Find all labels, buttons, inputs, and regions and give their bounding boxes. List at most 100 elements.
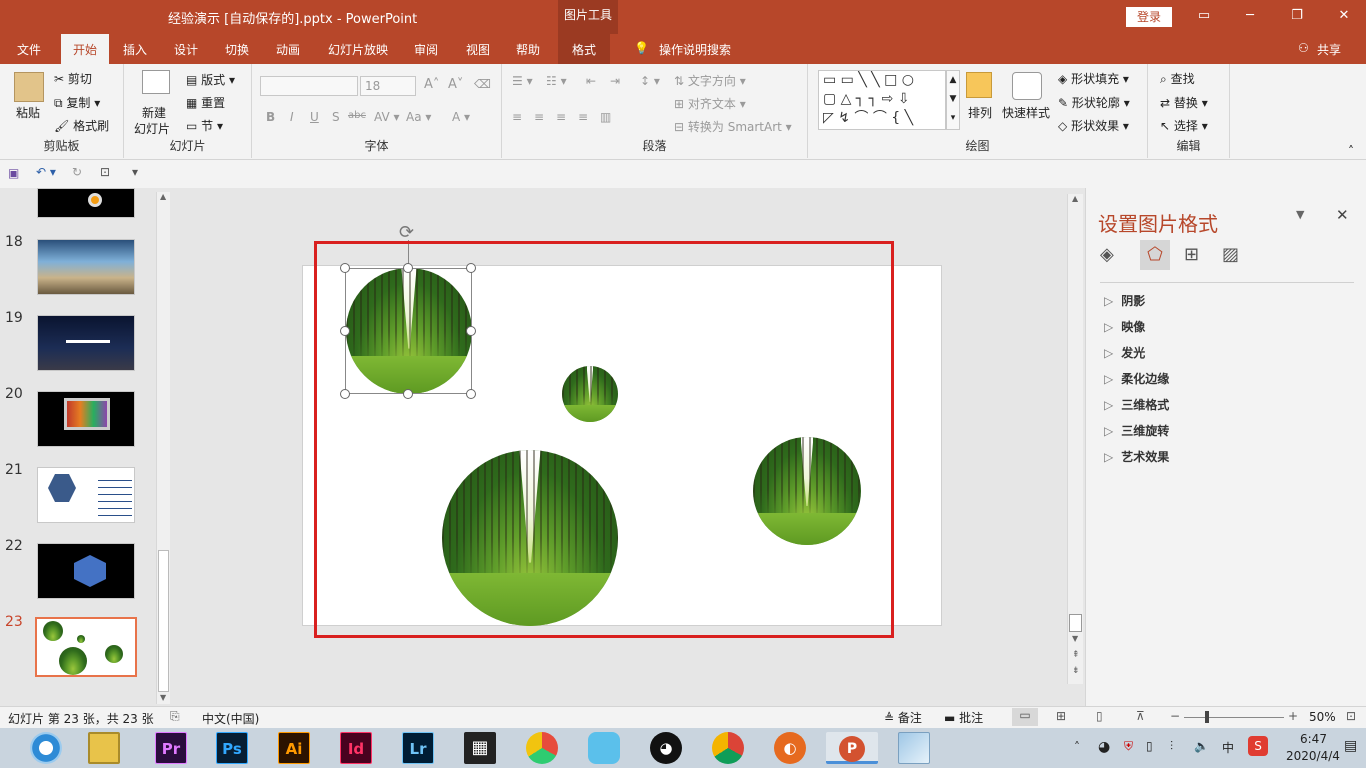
artistic-effects-section[interactable]: ▷ 艺术效果 — [1104, 448, 1169, 465]
cut-button[interactable]: ✂ 剪切 — [54, 70, 92, 87]
tab-transitions[interactable]: 切换 — [225, 41, 249, 58]
slide-thumbnail-18[interactable] — [37, 239, 135, 295]
start-button-icon[interactable] — [30, 732, 62, 764]
text-direction-button[interactable]: ⇅ 文字方向 ▾ — [674, 72, 746, 89]
share-icon[interactable]: ⚇ — [1298, 41, 1309, 55]
premiere-icon[interactable]: Pr — [155, 732, 187, 764]
new-slide-line2[interactable]: 幻灯片 — [134, 120, 170, 137]
tell-me-search[interactable]: 操作说明搜索 — [659, 41, 731, 58]
effects-tab-icon[interactable]: ⬠ — [1140, 240, 1170, 270]
volume-icon[interactable]: 🔈 — [1194, 739, 1209, 753]
lightroom-icon[interactable]: Lr — [402, 732, 434, 764]
tab-format[interactable]: 格式 — [558, 34, 611, 64]
new-slide-line1[interactable]: 新建 — [142, 104, 166, 121]
chrome-icon[interactable] — [712, 732, 744, 764]
align-right-icon[interactable]: ≡ — [556, 110, 566, 124]
increase-indent-icon[interactable]: ⇥ — [610, 74, 620, 88]
select-button[interactable]: ↖ 选择 ▾ — [1160, 117, 1208, 134]
justify-icon[interactable]: ≡ — [578, 110, 588, 124]
customize-qat-icon[interactable]: ▾ — [132, 165, 138, 179]
strikethrough-button[interactable]: abc — [348, 110, 366, 121]
line-spacing-icon[interactable]: ↕ ▾ — [640, 74, 660, 88]
align-center-icon[interactable]: ≡ — [534, 110, 544, 124]
qq-tray-icon[interactable]: ◕ — [1098, 739, 1110, 755]
slide-thumbnail-19[interactable] — [37, 315, 135, 371]
notepad-icon[interactable] — [898, 732, 930, 764]
start-slideshow-icon[interactable]: ⊡ — [100, 165, 110, 179]
decrease-indent-icon[interactable]: ⇤ — [586, 74, 596, 88]
align-text-button[interactable]: ⊞ 对齐文本 ▾ — [674, 95, 746, 112]
next-slide-icon[interactable]: ⇟ — [1072, 666, 1080, 676]
thumbnail-scroll-thumb[interactable] — [158, 550, 169, 692]
tab-design[interactable]: 设计 — [174, 41, 198, 58]
tab-review[interactable]: 审阅 — [414, 41, 438, 58]
close-icon[interactable]: ✕ — [1334, 8, 1354, 23]
rotate-handle-icon[interactable]: ⟳ — [399, 222, 414, 243]
shrink-font-icon[interactable]: A˅ — [448, 77, 463, 92]
shape-outline-button[interactable]: ✎ 形状轮廓 ▾ — [1058, 94, 1130, 111]
minimize-icon[interactable]: ─ — [1240, 8, 1260, 23]
align-left-icon[interactable]: ≡ — [512, 110, 522, 124]
fit-slide-icon[interactable]: ⊡ — [1346, 709, 1356, 723]
shapes-gallery[interactable]: ▭ ▭ ╲ ╲ □ ○ ▢ △ ┐ ┐ ⇨ ⇩ ◸ ↯ ⌒ ⌒ { ╲ — [818, 70, 946, 130]
copy-button[interactable]: ⧉ 复制 ▾ — [54, 94, 100, 111]
notifications-icon[interactable]: ▤ — [1344, 738, 1357, 754]
scroll-up-icon[interactable]: ▲ — [160, 192, 166, 201]
arrange-button[interactable]: 排列 — [968, 104, 992, 121]
security-tray-icon[interactable]: ⛨ — [1124, 739, 1133, 754]
zoom-level[interactable]: 50% — [1309, 710, 1336, 724]
chat-app-icon[interactable] — [588, 732, 620, 764]
section-button[interactable]: ▭ 节 ▾ — [186, 117, 223, 134]
font-size-select[interactable]: 18 — [360, 76, 416, 96]
slide-thumbnail-17[interactable] — [37, 188, 135, 218]
sogou-ime-icon[interactable]: S — [1248, 736, 1268, 756]
tab-file[interactable]: 文件 — [17, 41, 41, 58]
font-color-icon[interactable]: A ▾ — [452, 110, 470, 124]
tab-help[interactable]: 帮助 — [516, 41, 540, 58]
shape-fill-button[interactable]: ◈ 形状填充 ▾ — [1058, 70, 1129, 87]
fill-line-icon[interactable]: ◈ — [1100, 244, 1114, 265]
shadow-section[interactable]: ▷ 阴影 — [1104, 292, 1145, 309]
slide-thumbnail-21[interactable] — [37, 467, 135, 523]
battery-icon[interactable]: ▯ — [1146, 739, 1153, 753]
app-icon[interactable] — [526, 732, 558, 764]
shape-effects-button[interactable]: ◇ 形状效果 ▾ — [1058, 117, 1129, 134]
wifi-icon[interactable]: ⫶ — [1170, 739, 1173, 754]
zoom-in-icon[interactable]: + — [1288, 709, 1298, 723]
undo-icon[interactable]: ↶ ▾ — [36, 165, 56, 179]
tab-home[interactable]: 开始 — [61, 34, 110, 64]
char-spacing-icon[interactable]: AV ▾ — [374, 110, 400, 124]
tab-animations[interactable]: 动画 — [276, 41, 300, 58]
spellcheck-icon[interactable]: ⎘ — [170, 709, 180, 724]
smartart-button[interactable]: ⊟ 转换为 SmartArt ▾ — [674, 118, 792, 135]
reflection-section[interactable]: ▷ 映像 — [1104, 318, 1145, 335]
restore-icon[interactable]: ❐ — [1287, 8, 1307, 23]
reading-view-icon[interactable]: ▯ — [1096, 709, 1103, 723]
notes-button[interactable]: ≜ 备注 — [884, 709, 922, 726]
redo-icon[interactable]: ↻ — [72, 165, 82, 179]
replace-button[interactable]: ⇄ 替换 ▾ — [1160, 94, 1208, 111]
quick-styles-icon[interactable] — [1012, 72, 1042, 100]
language-indicator[interactable]: 中文(中国) — [202, 710, 259, 727]
reset-button[interactable]: ▦ 重置 — [186, 94, 225, 111]
shapes-scroll[interactable]: ▲ ▼ ▾ — [946, 70, 960, 130]
login-button[interactable]: 登录 — [1126, 7, 1172, 27]
glow-section[interactable]: ▷ 发光 — [1104, 344, 1145, 361]
zoom-slider-thumb[interactable] — [1205, 711, 1209, 723]
qq-icon[interactable]: ◕ — [650, 732, 682, 764]
comments-button[interactable]: ▬ 批注 — [944, 709, 983, 726]
format-painter-button[interactable]: 🖌 格式刷 — [54, 117, 109, 134]
layout-button[interactable]: ▤ 版式 ▾ — [186, 71, 235, 88]
slide-thumbnail-20[interactable] — [37, 391, 135, 447]
bold-button[interactable]: B — [266, 110, 275, 124]
video-editor-icon[interactable]: ▦ — [464, 732, 496, 764]
soft-edges-section[interactable]: ▷ 柔化边缘 — [1104, 370, 1169, 387]
zoom-slider[interactable] — [1184, 717, 1284, 718]
change-case-icon[interactable]: Aa ▾ — [406, 110, 431, 124]
editor-scrollbar[interactable]: ▲ ▼ ⇞ ⇟ — [1067, 194, 1083, 684]
italic-button[interactable]: I — [290, 110, 294, 124]
columns-icon[interactable]: ▥ — [600, 110, 611, 124]
paste-button[interactable]: 粘贴 — [16, 104, 40, 121]
normal-view-icon[interactable]: ▭ — [1012, 708, 1038, 726]
collapse-ribbon-icon[interactable]: ˄ — [1348, 144, 1354, 158]
